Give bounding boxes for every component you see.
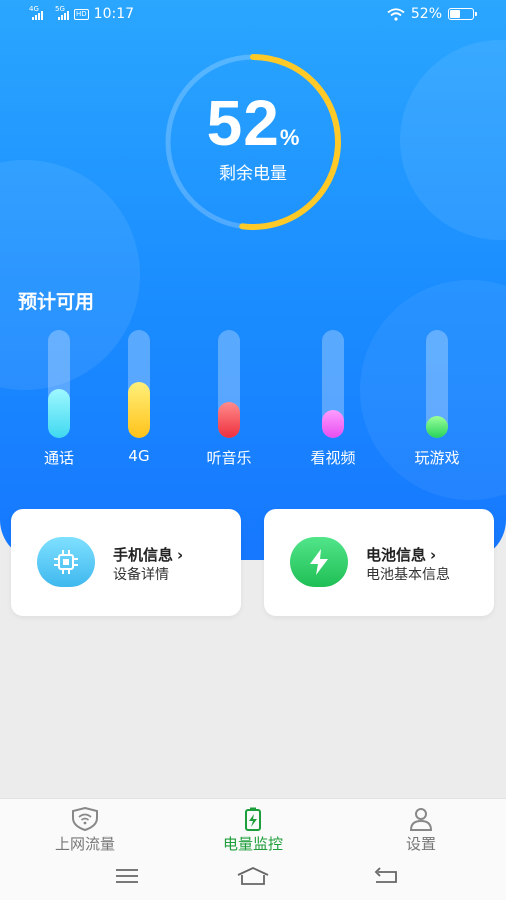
bar-fill [322,410,344,438]
card-title: 电池信息 › [366,546,437,564]
cell-signal-icon: 5G [55,5,69,20]
person-icon [409,808,433,831]
nav-battery-monitor[interactable]: 电量监控 [198,807,308,854]
back-icon[interactable] [372,866,400,886]
bar-fill [426,416,448,438]
battery-gauge: 52% 剩余电量 [143,54,363,230]
decor-circle [400,40,506,240]
nav-label: 电量监控 [222,835,283,853]
percent-unit: % [279,125,300,150]
chevron-right-icon: › [430,546,437,564]
battery-icon [448,8,477,20]
bar-fill [128,382,150,438]
nav-label: 上网流量 [54,835,115,853]
bottom-navigation: 上网流量 电量监控 设置 [0,798,506,856]
bar-fill [218,402,240,438]
cell-signal-icon: 4G [29,5,43,20]
lightning-icon [290,537,348,587]
chevron-right-icon: › [177,546,184,564]
nav-settings[interactable]: 设置 [366,807,476,854]
battery-percentage: 52% [143,86,363,160]
bar-fill [48,389,70,438]
menu-icon[interactable] [114,866,140,886]
bar-label: 4G [128,447,150,465]
card-description: 设备详情 [113,567,169,583]
bar-label: 通话 [43,449,74,467]
home-icon[interactable] [236,866,270,886]
estimate-title: 预计可用 [18,291,95,313]
status-bar: 4G 5G HD 10:17 52% [0,0,506,32]
wifi-shield-icon [72,807,98,831]
bar-label: 听音乐 [206,449,252,467]
nav-data-usage[interactable]: 上网流量 [30,807,140,854]
percent-value: 52 [206,87,280,159]
battery-percent: 52% [410,6,442,22]
battery-info-card[interactable]: 电池信息 › 电池基本信息 [264,509,494,616]
bar-label: 玩游戏 [414,449,460,467]
card-title: 手机信息 › [113,546,184,564]
hd-voice-icon: HD [74,8,89,20]
chip-icon [37,537,95,587]
card-description: 电池基本信息 [366,567,450,583]
bar-label: 看视频 [310,449,356,467]
clock: 10:17 [93,6,135,22]
remaining-label: 剩余电量 [219,164,287,184]
nav-label: 设置 [405,835,436,853]
phone-info-card[interactable]: 手机信息 › 设备详情 [11,509,241,616]
battery-monitor-icon [245,807,261,831]
usage-estimate-bars: 通话 4G 听音乐 看视频 玩游戏 [0,330,506,470]
system-navigation-bar [0,856,506,900]
wifi-icon [387,7,405,21]
